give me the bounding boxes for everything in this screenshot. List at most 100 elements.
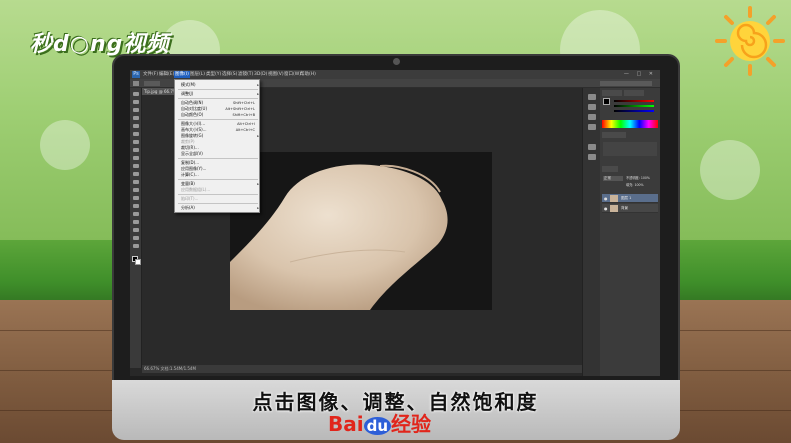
color-spectrum-ramp[interactable] — [602, 120, 658, 128]
photoshop-app-icon: Ps — [132, 71, 140, 78]
menu-item-label: 图像大小(I)... — [181, 121, 206, 126]
zoom-tool-icon[interactable] — [133, 244, 139, 248]
menu-item-label: 陷印(T)... — [181, 196, 199, 201]
move-tool-icon[interactable] — [133, 92, 139, 96]
lasso-tool-icon[interactable] — [133, 108, 139, 112]
image-menu-item[interactable]: 显示全部(V) — [175, 151, 261, 157]
image-menu-item[interactable]: 分析(A) ▸ — [175, 205, 261, 211]
menu-item-label: 调整(J) — [181, 91, 194, 96]
swatches-panel-tab[interactable] — [624, 90, 644, 96]
watermark-du: du — [363, 417, 392, 435]
sun-icon — [715, 6, 785, 76]
paragraph-panel-icon[interactable] — [588, 154, 596, 160]
menu-item-label: 模式(M) — [181, 82, 196, 87]
menu-separator — [178, 194, 258, 195]
window-controls[interactable]: — □ ✕ — [624, 71, 656, 77]
history-panel-icon[interactable] — [588, 94, 596, 100]
eye-icon[interactable]: ● — [604, 196, 608, 201]
hand-tool-icon[interactable] — [133, 236, 139, 240]
blend-mode-select[interactable]: 正常 — [603, 176, 623, 181]
menu-item-label: 自动对比度(U) — [181, 106, 208, 111]
option-control[interactable] — [144, 81, 160, 86]
layers-panel-tab[interactable] — [602, 166, 618, 172]
green-slider[interactable] — [614, 105, 654, 107]
menu-bar: Ps 文件(F) 编辑(E) 图像(I) 图层(L) 类型(Y) 选择(S) 滤… — [130, 70, 660, 79]
menu-item-shortcut: Shift+Ctrl+B — [232, 113, 255, 117]
adjustments-panel-tab[interactable] — [602, 132, 626, 138]
menu-image[interactable]: 图像(I) — [174, 71, 190, 78]
image-menu-item[interactable]: 模式(M) ▸ — [175, 82, 261, 88]
actions-panel-icon[interactable] — [588, 104, 596, 110]
marquee-tool-icon[interactable] — [133, 100, 139, 104]
brush-tool-icon[interactable] — [133, 148, 139, 152]
image-menu-item: 陷印(T)... — [175, 196, 261, 202]
stamp-tool-icon[interactable] — [133, 156, 139, 160]
photoshop-window: Ps 文件(F) 编辑(E) 图像(I) 图层(L) 类型(Y) 选择(S) 滤… — [130, 70, 660, 376]
background-color-swatch[interactable] — [135, 259, 141, 265]
character-panel-icon[interactable] — [588, 144, 596, 150]
layer-thumbnail — [610, 205, 618, 212]
menu-separator — [178, 203, 258, 204]
menu-item-label: 裁切(R)... — [181, 145, 199, 150]
menu-layer[interactable]: 图层(L) — [190, 71, 205, 78]
watermark-bai: Bai — [328, 412, 364, 436]
blur-tool-icon[interactable] — [133, 188, 139, 192]
dodge-tool-icon[interactable] — [133, 196, 139, 200]
menu-item-label: 图像旋转(G) — [181, 133, 204, 138]
layer-name: 图层 1 — [621, 196, 632, 200]
eyedropper-tool-icon[interactable] — [133, 132, 139, 136]
submenu-arrow-icon: ▸ — [257, 206, 259, 210]
path-select-tool-icon[interactable] — [133, 220, 139, 224]
menu-item-label: 应用数据组(L)... — [181, 187, 211, 192]
menu-window[interactable]: 窗口(W) — [284, 71, 301, 78]
menu-help[interactable]: 帮助(H) — [300, 71, 316, 78]
image-menu-item: 应用数据组(L)... — [175, 187, 261, 193]
layer-thumbnail — [610, 195, 618, 202]
menu-edit[interactable]: 编辑(E) — [159, 71, 174, 78]
color-fg-swatch[interactable] — [603, 98, 610, 105]
menu-item-label: 画布大小(S)... — [181, 127, 207, 132]
fist-photo — [230, 152, 492, 310]
toolbox — [130, 88, 142, 368]
menu-type[interactable]: 类型(Y) — [206, 71, 221, 78]
menu-item-label: 复制(D)... — [181, 160, 200, 165]
menu-item-label: 自动色调(N) — [181, 100, 204, 105]
menu-select[interactable]: 选择(S) — [222, 71, 237, 78]
image-canvas[interactable] — [230, 152, 492, 310]
red-slider[interactable] — [614, 100, 654, 102]
menu-separator — [178, 158, 258, 159]
workspace-switcher[interactable] — [600, 81, 652, 86]
properties-panel-icon[interactable] — [588, 114, 596, 120]
image-menu-item[interactable]: 调整(J) ▸ — [175, 91, 261, 97]
blue-slider[interactable] — [614, 110, 654, 112]
menu-filter[interactable]: 滤镜(T) — [238, 71, 253, 78]
fill-field[interactable]: 填充: 100% — [626, 183, 658, 188]
menu-3d[interactable]: 3D(D) — [254, 71, 267, 78]
pen-tool-icon[interactable] — [133, 204, 139, 208]
menu-separator — [178, 119, 258, 120]
menu-separator — [178, 179, 258, 180]
layer-name: 背景 — [621, 206, 628, 210]
image-menu-item[interactable]: 计算(C)... — [175, 172, 261, 178]
eraser-tool-icon[interactable] — [133, 172, 139, 176]
info-panel-icon[interactable] — [588, 124, 596, 130]
menu-file[interactable]: 文件(F) — [143, 71, 158, 78]
shape-tool-icon[interactable] — [133, 228, 139, 232]
gradient-tool-icon[interactable] — [133, 180, 139, 184]
quick-select-tool-icon[interactable] — [133, 116, 139, 120]
crop-tool-icon[interactable] — [133, 124, 139, 128]
history-brush-icon[interactable] — [133, 164, 139, 168]
menu-view[interactable]: 视图(V) — [268, 71, 284, 78]
layer-row-layer1[interactable]: ● 图层 1 — [602, 194, 658, 203]
watermark-jingyan: 经验 — [391, 412, 432, 436]
tool-preset-icon[interactable] — [133, 81, 139, 86]
image-menu-dropdown: 模式(M) ▸ 调整(J) ▸ 自动色调(N) Shift+Ctrl+L 自动对比度(U) A… — [174, 79, 260, 213]
layer-row-background[interactable]: ● 背景 — [602, 204, 658, 213]
eye-icon[interactable]: ● — [604, 206, 608, 211]
image-menu-item[interactable]: 自动颜色(O) Shift+Ctrl+B — [175, 112, 261, 118]
opacity-field[interactable]: 不透明度: 100% — [626, 176, 658, 181]
adjustment-icons[interactable] — [603, 142, 657, 156]
type-tool-icon[interactable] — [133, 212, 139, 216]
healing-tool-icon[interactable] — [133, 140, 139, 144]
color-panel-tab[interactable] — [602, 90, 622, 96]
